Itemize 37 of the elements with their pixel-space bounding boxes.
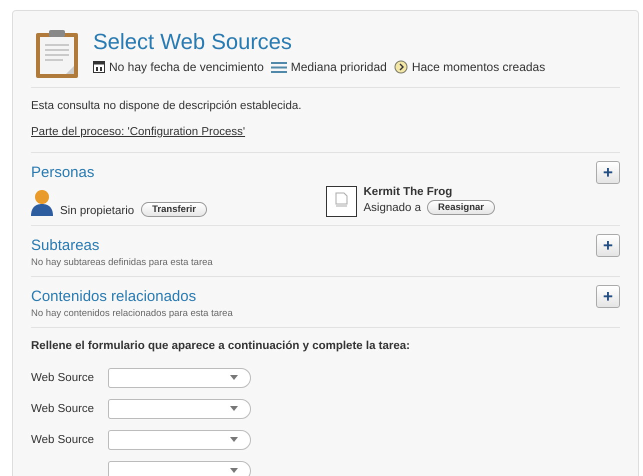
- meta-text: Mediana prioridad: [290, 60, 387, 74]
- add-button[interactable]: +: [596, 161, 620, 184]
- task-title: Select Web Sources: [93, 29, 293, 55]
- field-label: Web Source: [31, 372, 96, 384]
- dropdown-caret-icon: [230, 468, 238, 473]
- priority-icon: [270, 62, 287, 72]
- dropdown-caret-icon: [230, 406, 238, 411]
- web-source-dropdown[interactable]: [108, 398, 251, 418]
- section-title: Personas: [31, 164, 94, 181]
- avatar-placeholder-icon: [326, 186, 356, 217]
- field-label: Web Source: [31, 434, 96, 446]
- add-button[interactable]: +: [596, 285, 620, 308]
- dropdown-caret-icon: [230, 375, 238, 380]
- empty-message: No hay contenidos relacionados para esta tarea: [31, 308, 234, 319]
- section-title: Subtareas: [31, 237, 100, 254]
- user-icon: [31, 189, 53, 217]
- web-source-dropdown[interactable]: [108, 368, 251, 388]
- section-title: Contenidos relacionados: [31, 288, 196, 305]
- dropdown-caret-icon: [230, 437, 238, 442]
- assignee-name: Kermit The Frog: [364, 186, 454, 198]
- clock-icon: [394, 60, 408, 74]
- form-intro: Rellene el formulario que aparece a continuación y complete la tarea:: [31, 340, 411, 352]
- transfer-button[interactable]: Transferir: [141, 202, 207, 217]
- process-link[interactable]: Parte del proceso: 'Configuration Process': [31, 126, 246, 138]
- web-source-dropdown[interactable]: [108, 430, 251, 450]
- assigned-text: Asignado a: [364, 202, 422, 214]
- owner-text: Sin propietario: [60, 205, 134, 217]
- meta-text: Hace momentos creadas: [412, 60, 546, 74]
- web-source-dropdown[interactable]: [108, 460, 251, 476]
- task-description: Esta consulta no dispone de descripción establecida.: [31, 100, 302, 112]
- calendar-icon: [93, 61, 105, 73]
- clipboard-icon: [35, 29, 79, 79]
- add-button[interactable]: +: [596, 234, 620, 257]
- reassign-button[interactable]: Reasignar: [427, 200, 495, 215]
- meta-text: No hay fecha de vencimiento: [109, 60, 264, 74]
- field-label: Web Source: [31, 402, 96, 414]
- empty-message: No hay subtareas definidas para esta tarea: [31, 257, 214, 268]
